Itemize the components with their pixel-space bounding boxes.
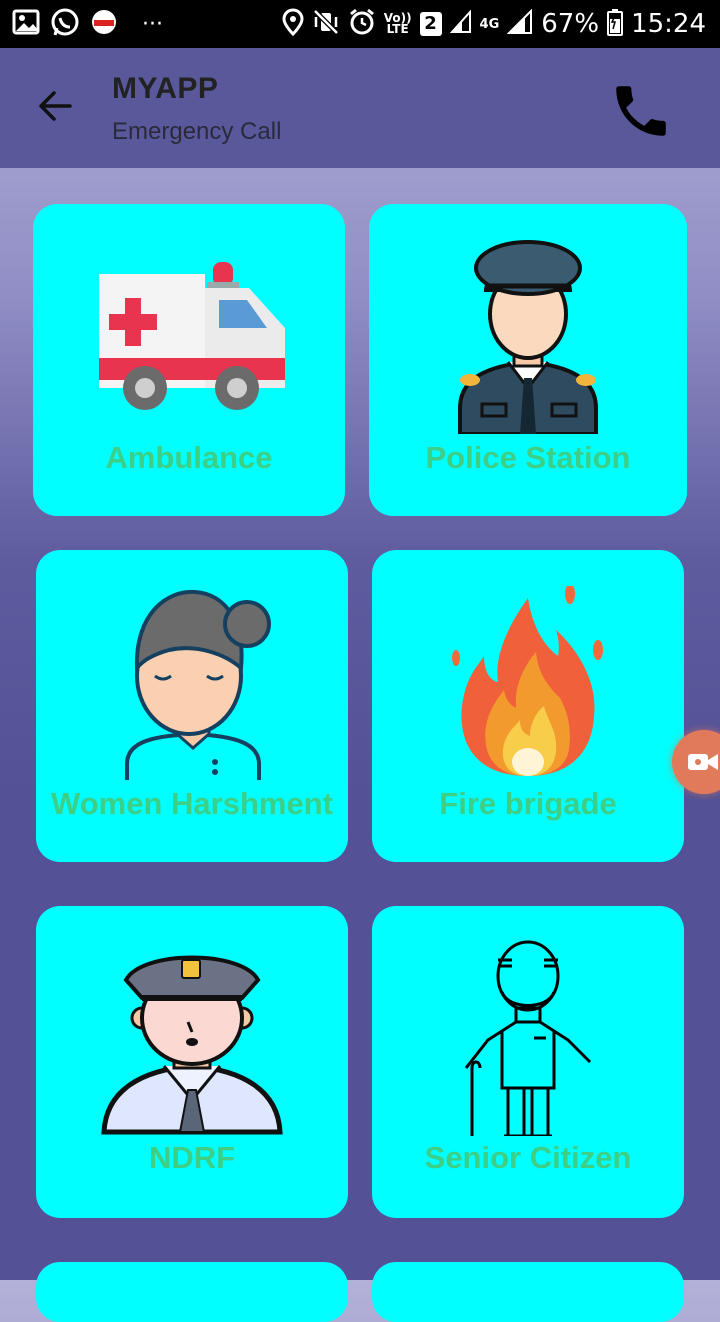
fire-icon bbox=[452, 586, 603, 776]
card-label: Women Harshment bbox=[51, 786, 333, 821]
location-icon bbox=[282, 7, 304, 41]
gallery-icon bbox=[12, 9, 40, 40]
sim-badge: 2 bbox=[419, 12, 442, 36]
alarm-icon bbox=[348, 8, 376, 41]
senior-citizen-icon bbox=[464, 940, 592, 1136]
app-bar: MYAPP Emergency Call bbox=[0, 48, 720, 168]
rescue-officer-icon bbox=[101, 955, 283, 1135]
police-officer-icon bbox=[458, 240, 598, 434]
back-button[interactable] bbox=[34, 84, 78, 128]
signal-icon-sim2 bbox=[449, 8, 472, 39]
video-camera-icon bbox=[688, 754, 718, 770]
call-button[interactable] bbox=[608, 78, 674, 144]
card-label: Police Station bbox=[425, 440, 631, 475]
card-fire-brigade[interactable]: Fire brigade bbox=[372, 550, 684, 862]
app-badge-icon bbox=[90, 8, 118, 41]
battery-percent: 67% bbox=[541, 9, 600, 39]
ambulance-icon bbox=[99, 262, 285, 410]
card-label: NDRF bbox=[148, 1140, 236, 1175]
more-notifications-icon: ··· bbox=[142, 11, 163, 37]
clock: 15:24 bbox=[631, 9, 706, 39]
network-type: 4G bbox=[479, 16, 500, 32]
status-bar: ··· Vo)) LTE 2 4G 67% 15:24 bbox=[0, 0, 720, 48]
signal-icon-sim1 bbox=[506, 8, 533, 40]
card-partial-right[interactable] bbox=[372, 1262, 684, 1322]
card-women-harassment[interactable]: Women Harshment bbox=[36, 550, 348, 862]
whatsapp-icon bbox=[50, 7, 80, 42]
card-label: Senior Citizen bbox=[424, 1140, 632, 1175]
arrow-left-icon bbox=[39, 91, 72, 121]
volte-indicator: Vo)) LTE bbox=[383, 11, 412, 36]
card-ndrf[interactable]: NDRF bbox=[36, 906, 348, 1218]
card-senior-citizen[interactable]: Senior Citizen bbox=[372, 906, 684, 1218]
battery-icon bbox=[607, 8, 624, 41]
card-label: Fire brigade bbox=[439, 786, 617, 821]
card-police-station[interactable]: Police Station bbox=[369, 204, 687, 516]
phone-icon bbox=[616, 86, 666, 136]
card-ambulance[interactable]: Ambulance bbox=[33, 204, 345, 516]
app-subtitle: Emergency Call bbox=[112, 118, 282, 145]
card-label: Ambulance bbox=[105, 440, 273, 475]
app-title: MYAPP bbox=[112, 72, 219, 105]
card-partial-left[interactable] bbox=[36, 1262, 348, 1322]
vibrate-mute-icon bbox=[312, 8, 340, 41]
woman-icon bbox=[125, 589, 271, 780]
